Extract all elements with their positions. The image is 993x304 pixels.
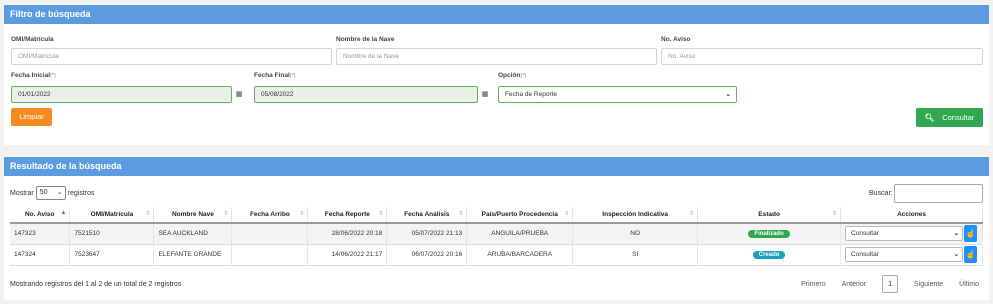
chevron-down-icon: ⌄ [953,230,960,238]
cell-aviso: 147324 [10,244,71,266]
fecha-inicial-label: Fecha Inicial(*) [11,72,56,79]
page-length-control: Mostrar 50 ⌄ registros [10,186,94,201]
cell-pais: ANGUILA/PRUEBA [466,223,574,245]
chevron-down-icon: ⌄ [725,91,731,98]
nave-label: Nombre de la Nave [336,36,395,43]
pager-last[interactable]: Último [959,281,979,288]
cell-acciones: Consultar ⌄ ☝ [840,244,983,266]
cell-pais: ARUBA/BARCADERA [466,244,574,266]
table-row: 147324 7523647 ELEFANTE GRANDE 14/06/202… [10,244,983,266]
hand-pointer-icon[interactable]: ☝ [964,246,978,263]
fecha-final-input[interactable]: 05/08/2022 [254,86,478,103]
opcion-select[interactable]: Fecha de Reporte ⌄ [498,86,737,103]
cell-estado: Finalizado [697,223,842,245]
clear-button[interactable]: Limpiar [11,108,52,126]
status-badge: Finalizado [748,229,790,238]
search-icon: 🔍︎ [924,113,935,122]
col-header[interactable]: Fecha Análisis ⇕ [386,207,468,224]
fecha-final-label: Fecha Final(*) [254,72,296,79]
search-label: Buscar: [869,190,893,197]
calendar-icon[interactable]: ▦ [234,86,244,103]
filter-panel: Filtro de búsqueda OMI/Matrícula OMI/Mat… [4,5,989,145]
table-row: 147323 7521510 SEA AUCKLAND 28/06/2022 2… [10,223,983,245]
cell-analisis: 06/07/2022 20:16 [386,244,468,266]
cell-estado: Creado [697,244,842,266]
table-info: Mostrando registros del 1 al 2 de un tot… [10,281,182,288]
fecha-inicial-input[interactable]: 01/01/2022 [11,86,232,103]
cell-reporte: 14/06/2022 21:17 [307,244,388,266]
omi-label: OMI/Matrícula [11,36,54,43]
filter-header: Filtro de búsqueda [4,5,989,24]
result-panel: Resultado de la búsqueda Mostrar 50 ⌄ reg… [4,157,989,300]
cell-arribo [231,244,309,266]
col-header[interactable]: País/Puerto Procedencia ⇕ [466,207,574,224]
cell-omi: 7521510 [69,223,155,245]
cell-omi: 7523647 [69,244,155,266]
pager-page[interactable]: 1 [882,275,899,293]
aviso-label: No. Aviso [661,36,691,43]
col-header: Acciones [840,207,983,224]
search-input[interactable] [894,184,983,203]
pager-prev[interactable]: Anterior [842,281,867,288]
hand-pointer-icon[interactable]: ☝ [964,225,978,243]
nave-input[interactable]: Nombre de la Nave [336,48,657,65]
aviso-input[interactable]: No. Aviso [661,48,983,65]
col-header[interactable]: Fecha Arribo ⇕ [231,207,309,224]
cell-aviso: 147323 [10,223,71,245]
consult-button[interactable]: 🔍︎ Consultar [916,108,983,127]
col-header[interactable]: Inspección Indicativa ⇕ [572,207,699,224]
cell-nave: ELEFANTE GRANDE [153,244,233,266]
col-header[interactable]: OMI/Matrícula ⇕ [69,207,155,224]
opcion-label: Opción(*) [498,72,527,79]
col-header[interactable]: Nombre Nave ⇕ [153,207,233,224]
pagination: Primero Anterior 1 Siguiente Último [787,275,979,293]
cell-analisis: 05/07/2022 21:13 [386,223,468,245]
col-header[interactable]: Estado ⇕ [697,207,842,224]
cell-reporte: 28/06/2022 20:18 [307,223,388,245]
col-header[interactable]: Fecha Reporte ⇕ [307,207,388,224]
cell-acciones: Consultar ⌄ ☝ [840,223,983,245]
calendar-icon[interactable]: ▦ [480,86,490,103]
page-length-select[interactable]: 50 ⌄ [35,186,66,200]
cell-nave: SEA AUCKLAND [153,223,233,245]
action-select[interactable]: Consultar ⌄ [845,226,964,242]
cell-inspeccion: NO [572,223,699,245]
col-header[interactable]: No. Aviso ▲ [10,207,71,224]
pager-first[interactable]: Primero [801,281,826,288]
cell-arribo [231,223,309,245]
chevron-down-icon: ⌄ [953,251,960,258]
cell-inspeccion: SI [572,244,699,266]
omi-input[interactable]: OMI/Matrícula [11,48,332,65]
status-badge: Creado [752,250,786,259]
pager-next[interactable]: Siguiente [914,281,943,288]
result-header: Resultado de la búsqueda [4,157,989,176]
results-table: No. Aviso ▲ OMI/Matrícula ⇕ Nombre Nave ⇕ F… [10,207,983,266]
action-select[interactable]: Consultar ⌄ [845,247,964,262]
chevron-down-icon: ⌄ [56,189,63,196]
